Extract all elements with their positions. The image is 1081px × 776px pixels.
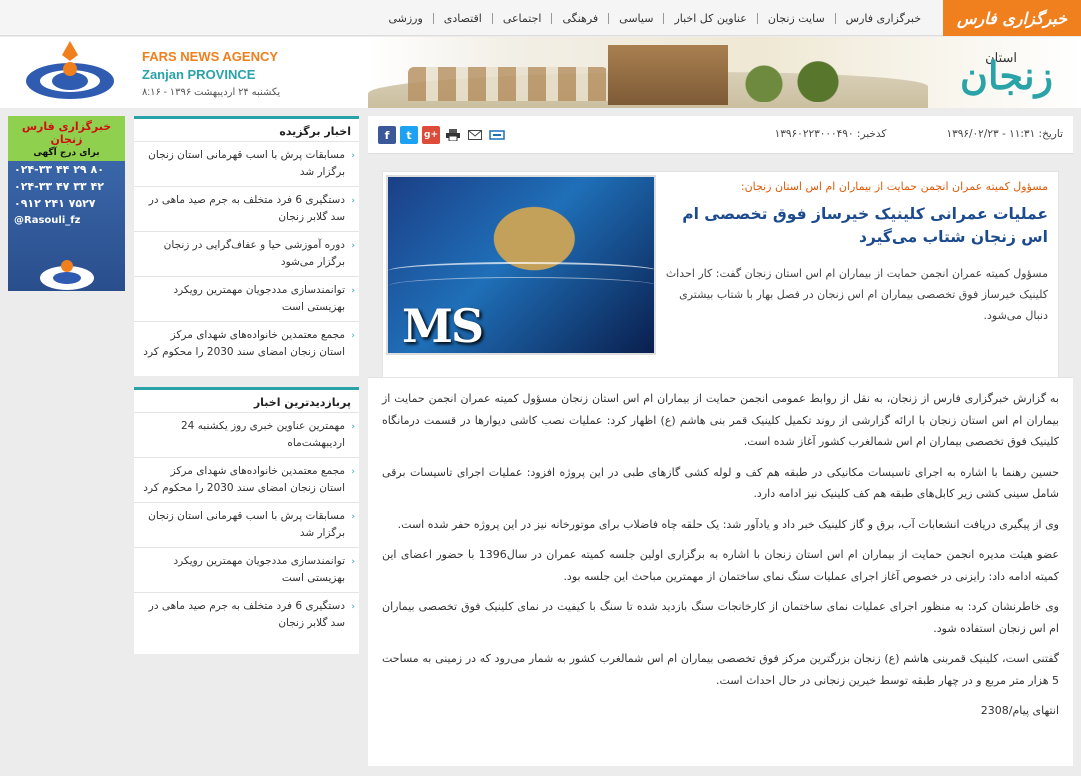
ad-handle: @Rasouli_fz (14, 215, 81, 226)
article-signature: انتهای پیام/2308 (980, 704, 1059, 717)
nav-item-fars[interactable]: خبرگزاری فارس (834, 12, 931, 24)
article-paragraph: گفتنی است، کلینیک قمربنی هاشم (ع) زنجان … (382, 652, 1059, 687)
share-icons: f t g+ (378, 126, 506, 144)
article-paragraph: به گزارش خبرگزاری فارس از زنجان، به نقل … (382, 392, 1059, 448)
arrow-icon: ‹ (351, 196, 355, 206)
nav-item-zanjan-site[interactable]: سایت زنجان (756, 12, 835, 24)
arrow-icon: ‹ (351, 151, 355, 161)
site-header: FARS NEWS AGENCY Zanjan PROVINCE یکشنبه … (0, 37, 1081, 108)
ad-phone: ۰۲۴-۳۳ ۴۴ ۲۹ ۸۰ (14, 163, 104, 176)
most-viewed-title: پربازدیدترین اخبار (134, 387, 359, 413)
list-item[interactable]: ‹ مسابقات پرش با اسب قهرمانی استان زنجان … (134, 142, 359, 187)
article-toolbar: f t g+ تاریخ: ۱۱:۳۱ - ۱۳۹۶/۰۲/۲۳ کدخبر: … (368, 116, 1073, 154)
ad-phone: ۰۹۱۲ ۲۴۱ ۷۵۲۷ (14, 197, 96, 210)
list-item[interactable]: ‹ مسابقات پرش با اسب قهرمانی استان زنجان … (134, 503, 359, 548)
ad-phone: ۰۲۴-۳۳ ۴۷ ۳۳ ۴۲ (14, 180, 104, 193)
link-icon[interactable] (488, 126, 506, 144)
twitter-icon[interactable]: t (400, 126, 418, 144)
arrow-icon: ‹ (351, 602, 355, 612)
article-summary: مسؤول کمیته عمران انجمن حمایت از بیماران… (665, 267, 1048, 322)
list-item[interactable]: ‹ مهمترین عناوین خبری روز یکشنبه 24 اردیب… (134, 413, 359, 458)
agency-name-en: FARS NEWS AGENCY (142, 49, 279, 64)
ad-title: خبرگزاری فارس زنجان (8, 116, 125, 148)
article-paragraph: وی از پیگیری دریافت انشعابات آب، برق و گ… (397, 517, 1059, 531)
list-item[interactable]: ‹ مجمع معتمدین خانواده‌های شهدای مرکز است… (134, 322, 359, 366)
list-item[interactable]: ‹ مجمع معتمدین خانواده‌های شهدای مرکز است… (134, 458, 359, 503)
nav-item-social[interactable]: اجتماعی (491, 12, 552, 24)
nav-item-political[interactable]: سیاسی (608, 12, 663, 24)
arrow-icon: ‹ (351, 331, 355, 341)
province-name-en: Zanjan PROVINCE (142, 67, 256, 82)
article-code: کدخبر: ۱۳۹۶۰۲۲۳۰۰۰۴۹۰ (774, 128, 887, 140)
list-item[interactable]: ‹ توانمندسازی مددجویان مهمترین رویکرد بهز… (134, 548, 359, 593)
print-icon[interactable] (444, 126, 462, 144)
article-paragraph: عضو هیئت مدیره انجمن حمایت از بیماران ام… (382, 548, 1059, 583)
agency-branding: FARS NEWS AGENCY Zanjan PROVINCE یکشنبه … (142, 49, 280, 98)
province-name: زنجان (960, 53, 1053, 98)
article-paragraph: وی خاطرنشان کرد: به منظور اجرای عملیات ن… (382, 600, 1059, 635)
arrow-icon: ‹ (351, 512, 355, 522)
arrow-icon: ‹ (351, 467, 355, 477)
nav-item-all-headlines[interactable]: عناوین کل اخبار (663, 12, 756, 24)
list-item[interactable]: ‹ توانمندسازی مددجویان مهمترین رویکرد بهز… (134, 277, 359, 322)
fars-logo-link[interactable]: خبرگزاری فارس (943, 0, 1081, 36)
province-title[interactable]: استان زنجان (913, 43, 1053, 103)
article-body: به گزارش خبرگزاری فارس از زنجان، به نقل … (368, 377, 1073, 766)
article-paragraph: حسین رهنما با اشاره به اجرای تاسیسات مکا… (382, 465, 1059, 501)
header-date: یکشنبه ۲۴ اردیبهشت ۱۳۹۶ - ۸:۱۶ (142, 87, 281, 98)
arrow-icon: ‹ (351, 422, 355, 432)
ad-logo-icon (38, 254, 96, 296)
article-lead-text: مسؤول کمیته عمران انجمن حمایت از بیماران… (663, 180, 1048, 326)
email-icon[interactable] (466, 126, 484, 144)
fars-emblem-icon[interactable] (20, 39, 120, 105)
most-viewed-box: پربازدیدترین اخبار ‹ مهمترین عناوین خبری … (134, 387, 359, 654)
featured-news-title: اخبار برگزیده (134, 116, 359, 142)
top-navbar: خبرگزاری فارس خبرگزاری فارس سایت زنجان ع… (0, 0, 1081, 36)
article-image[interactable]: MS (386, 175, 656, 355)
nav-item-cultural[interactable]: فرهنگی (551, 12, 608, 24)
advertisement-banner[interactable]: خبرگزاری فارس زنجان برای درج آگهی ۰۲۴-۳۳… (8, 116, 125, 291)
facebook-icon[interactable]: f (378, 126, 396, 144)
arrow-icon: ‹ (351, 241, 355, 251)
article-headline: عملیات عمرانی کلینیک خیرساز فوق تخصصی ام… (682, 205, 1048, 246)
list-item[interactable]: ‹ دستگیری 6 فرد متخلف به جرم صید ماهی در … (134, 593, 359, 637)
article-main: f t g+ تاریخ: ۱۱:۳۱ - ۱۳۹۶/۰۲/۲۳ کدخبر: … (368, 116, 1073, 766)
featured-news-box: اخبار برگزیده ‹ مسابقات پرش با اسب قهرمان… (134, 116, 359, 376)
list-item[interactable]: ‹ دستگیری 6 فرد متخلف به جرم صید ماهی در … (134, 187, 359, 232)
nav-item-economic[interactable]: اقتصادی (432, 12, 492, 24)
article-image-text: MS (402, 299, 484, 353)
article-meta: تاریخ: ۱۱:۳۱ - ۱۳۹۶/۰۲/۲۳ کدخبر: ۱۳۹۶۰۲۲… (775, 128, 1063, 140)
main-nav: خبرگزاری فارس سایت زنجان عناوین کل اخبار… (378, 0, 931, 36)
ad-subtitle: برای درج آگهی (8, 148, 125, 161)
nav-item-sports[interactable]: ورزشی (378, 13, 432, 24)
article-kicker: مسؤول کمیته عمران انجمن حمایت از بیماران… (740, 180, 1048, 193)
arrow-icon: ‹ (351, 286, 355, 296)
arrow-icon: ‹ (351, 557, 355, 567)
article-date: تاریخ: ۱۱:۳۱ - ۱۳۹۶/۰۲/۲۳ (946, 128, 1063, 140)
list-item[interactable]: ‹ دوره آموزشی حیا و عفاف‌گرایی در زنجان ب… (134, 232, 359, 277)
google-plus-icon[interactable]: g+ (422, 126, 440, 144)
